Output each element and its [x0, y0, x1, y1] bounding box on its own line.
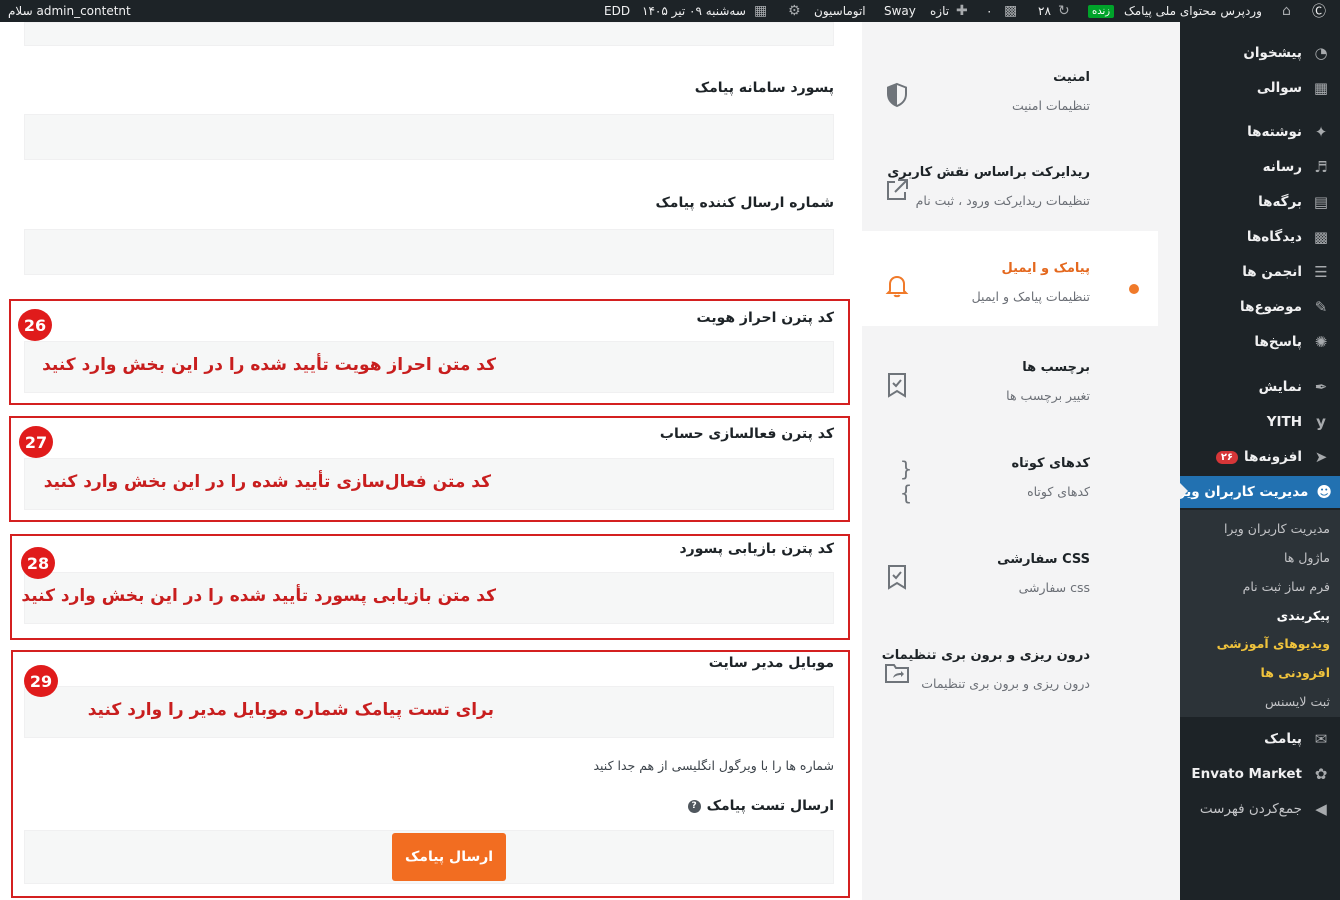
- automation-menu[interactable]: اتوماسیون: [814, 0, 866, 22]
- comment-icon[interactable]: ▩: [1004, 0, 1017, 22]
- users-icon: ☻: [1316, 483, 1332, 501]
- sidebar-item-vira-users[interactable]: ☻ مدیریت کاربران ویرا: [1173, 476, 1340, 508]
- settings-form: پسورد سامانه پیامک شماره ارسال کننده پیا…: [0, 22, 862, 900]
- site-name-link[interactable]: وردپرس محتوای ملی پیامک: [1124, 0, 1262, 22]
- auth-pattern-label: کد پترن احراز هویت: [696, 310, 835, 326]
- submenu-item-vira-users[interactable]: مدیریت کاربران ویرا: [1180, 515, 1340, 541]
- previous-field-input[interactable]: [24, 22, 834, 46]
- sms-password-input[interactable]: [24, 114, 834, 160]
- sidebar-item-forums[interactable]: ☰ انجمن ها: [1180, 257, 1340, 287]
- annotation-text-27: کد متن فعال‌سازی تأیید شده را در این بخش…: [43, 472, 491, 492]
- settings-nav: امنیت تنظیمات امنیت ریدایرکت براساس نقش …: [862, 22, 1180, 900]
- activation-pattern-label: کد پترن فعالسازی حساب: [659, 426, 834, 442]
- step-badge-27: 27: [19, 426, 53, 458]
- home-icon[interactable]: ⌂: [1282, 0, 1291, 22]
- admin-bar: سلام admin_contetnt EDD سه‌شنبه ۰۹ تیر ۱…: [0, 0, 1340, 22]
- admin-greeting[interactable]: سلام admin_contetnt: [8, 0, 131, 22]
- calendar-icon: ▦: [754, 3, 768, 19]
- submenu-item-license[interactable]: ثبت لایسنس: [1180, 688, 1340, 714]
- external-link-icon: [882, 175, 912, 205]
- admin-sidebar: ◔ پیشخوان ▦ سوالی ✦ نوشته‌ها ♬ رسانه ▤ برگه‌ه…: [1173, 22, 1340, 900]
- braces-icon: { }: [899, 457, 912, 505]
- sender-number-input[interactable]: [24, 229, 834, 275]
- forum-icon: ☰: [1314, 263, 1328, 281]
- sway-menu[interactable]: Sway: [884, 0, 916, 22]
- bookmark-icon: [882, 562, 912, 592]
- bell-icon: [882, 271, 912, 301]
- sidebar-item-pages[interactable]: ▤ برگه‌ها: [1180, 187, 1340, 217]
- settings-tab-sms-email[interactable]: پیامک و ایمیل تنظیمات پیامک و ایمیل: [862, 231, 1158, 326]
- sidebar-item-envato-market[interactable]: ✿ Envato Market: [1180, 759, 1340, 789]
- sidebar-item-dashboard[interactable]: ◔ پیشخوان: [1180, 38, 1340, 68]
- envato-icon: ✿: [1314, 765, 1328, 783]
- sidebar-item-topics[interactable]: ✎ موضوع‌ها: [1180, 292, 1340, 322]
- replies-icon: ✺: [1314, 333, 1328, 351]
- sender-number-label: شماره ارسال کننده پیامک: [655, 195, 834, 211]
- admin-mobile-label: موبایل مدیر سایت: [708, 655, 834, 671]
- settings-tab-redirect[interactable]: ریدایرکت براساس نقش کاربری تنظیمات ریدای…: [862, 135, 1158, 230]
- pin-icon: ✦: [1314, 123, 1328, 141]
- admin-mobile-help: شماره ها را با ویرگول انگلیسی از هم جدا …: [593, 758, 834, 773]
- edd-menu[interactable]: EDD: [604, 0, 630, 22]
- yith-icon: y: [1316, 413, 1326, 431]
- plugins-icon: ➤: [1314, 448, 1328, 466]
- submenu-item-tutorial-videos[interactable]: ویدیوهای آموزشی: [1180, 630, 1340, 656]
- sidebar-item-questions[interactable]: ▦ سوالی: [1180, 73, 1340, 103]
- annotation-text-26: کد متن احراز هویت تأیید شده را در این بخ…: [42, 355, 496, 375]
- comment-icon: ▩: [1313, 228, 1329, 246]
- folder-share-icon: [882, 658, 912, 688]
- shield-icon: [882, 80, 912, 110]
- mail-icon: ✉: [1314, 730, 1328, 748]
- annotation-text-28: کد متن بازیابی پسورد تأیید شده را در این…: [21, 586, 496, 606]
- sms-password-label: پسورد سامانه پیامک: [694, 80, 834, 96]
- wordpress-logo-icon[interactable]: Ⓒ: [1312, 0, 1326, 22]
- updates-icon[interactable]: ↻: [1058, 0, 1070, 22]
- recovery-pattern-label: کد پترن بازیابی پسورد: [679, 541, 834, 557]
- submenu-item-form-builder[interactable]: فرم ساز ثبت نام: [1180, 573, 1340, 599]
- dashboard-icon: ◔: [1314, 44, 1328, 62]
- sidebar-item-media[interactable]: ♬ رسانه: [1180, 152, 1340, 182]
- settings-tab-custom-css[interactable]: CSS سفارشی css سفارشی: [862, 522, 1158, 617]
- admin-date: سه‌شنبه ۰۹ تیر ۱۴۰۵: [642, 4, 746, 18]
- settings-tab-labels[interactable]: برچسب ها تغییر برچسب ها: [862, 330, 1158, 425]
- submenu-item-modules[interactable]: ماژول ها: [1180, 544, 1340, 570]
- automation-icon: ⚙: [788, 3, 801, 19]
- sidebar-item-plugins[interactable]: ➤ افزونه‌ها ۲۶: [1180, 442, 1340, 472]
- sidebar-item-yith[interactable]: y YITH: [1180, 407, 1340, 437]
- plus-icon: ✚: [956, 3, 968, 19]
- active-menu-arrow: [1180, 483, 1188, 499]
- submenu-item-addons[interactable]: افزودنی ها: [1180, 659, 1340, 685]
- test-sms-label: ارسال تست پیامک?: [687, 798, 834, 814]
- settings-tab-security[interactable]: امنیت تنظیمات امنیت: [862, 40, 1158, 135]
- help-icon[interactable]: ?: [687, 799, 701, 813]
- new-menu[interactable]: تازه: [930, 0, 949, 22]
- collapse-icon: ◀: [1315, 800, 1327, 818]
- live-badge: زنده: [1088, 4, 1115, 18]
- media-icon: ♬: [1314, 158, 1328, 176]
- comments-count[interactable]: ۰: [986, 0, 992, 22]
- step-badge-28: 28: [21, 547, 55, 579]
- sidebar-item-posts[interactable]: ✦ نوشته‌ها: [1180, 117, 1340, 147]
- sidebar-item-sms[interactable]: ✉ پیامک: [1180, 724, 1340, 754]
- bookmark-icon: [882, 370, 912, 400]
- sidebar-item-replies[interactable]: ✺ پاسخ‌ها: [1180, 327, 1340, 357]
- settings-tab-shortcodes[interactable]: کدهای کوتاه کدهای کوتاه { }: [862, 426, 1158, 521]
- plugins-update-badge: ۲۶: [1215, 450, 1239, 464]
- step-badge-26: 26: [18, 309, 52, 341]
- step-badge-29: 29: [24, 665, 58, 697]
- sidebar-item-comments[interactable]: ▩ دیدگاه‌ها: [1180, 222, 1340, 252]
- sidebar-collapse-menu[interactable]: ◀ جمع‌کردن فهرست: [1180, 794, 1340, 824]
- appearance-icon: ✒: [1314, 378, 1328, 396]
- annotation-text-29: برای تست پیامک شماره موبایل مدیر را وارد…: [87, 700, 494, 720]
- table-icon: ▦: [1313, 79, 1329, 97]
- active-tab-dot: [1129, 284, 1139, 294]
- topics-icon: ✎: [1314, 298, 1328, 316]
- updates-count[interactable]: ۲۸: [1038, 0, 1051, 22]
- sidebar-item-appearance[interactable]: ✒ نمایش: [1180, 372, 1340, 402]
- settings-tab-import-export[interactable]: درون ریزی و برون بری تنظیمات درون ریزی و…: [862, 618, 1158, 713]
- send-sms-button[interactable]: ارسال پیامک: [392, 833, 506, 881]
- pages-icon: ▤: [1313, 193, 1329, 211]
- submenu-item-configuration[interactable]: پیکربندی: [1180, 602, 1340, 628]
